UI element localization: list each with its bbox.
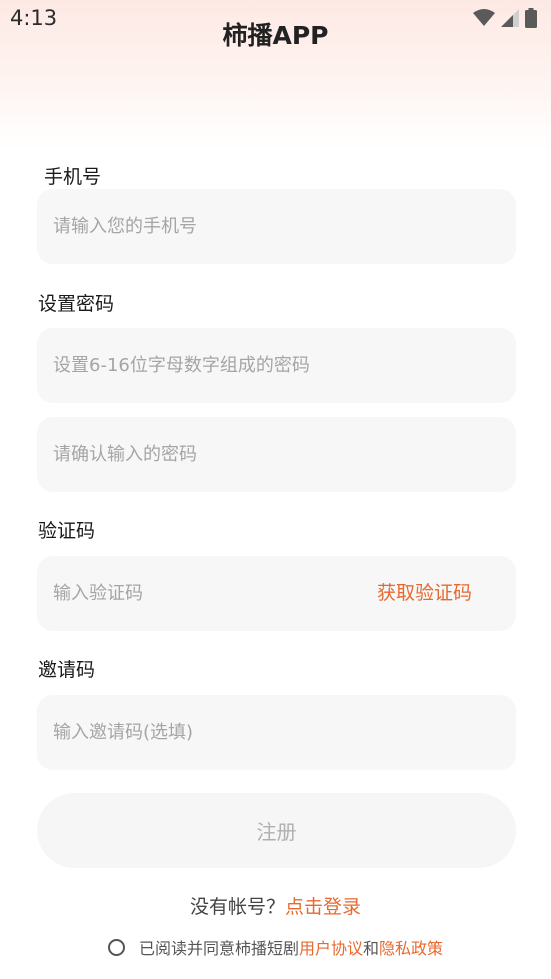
phone-label: 手机号 bbox=[44, 166, 102, 188]
user-agreement-link[interactable]: 用户协议 bbox=[299, 935, 363, 959]
confirm-password-field bbox=[37, 417, 516, 492]
login-link[interactable]: 点击登录 bbox=[285, 896, 361, 918]
confirm-password-input[interactable] bbox=[53, 417, 353, 492]
invite-label: 邀请码 bbox=[38, 659, 96, 681]
invite-input[interactable] bbox=[53, 695, 353, 770]
get-code-button[interactable]: 获取验证码 bbox=[377, 556, 472, 631]
code-input[interactable] bbox=[53, 556, 303, 631]
agree-radio[interactable] bbox=[107, 938, 125, 956]
phone-input[interactable] bbox=[53, 189, 353, 264]
agree-and: 和 bbox=[363, 939, 380, 958]
register-button[interactable]: 注册 bbox=[37, 793, 516, 868]
password-input[interactable] bbox=[53, 328, 493, 403]
app-title: 柿播APP bbox=[222, 21, 329, 50]
no-account-text: 没有帐号？ bbox=[189, 896, 285, 918]
password-label: 设置密码 bbox=[38, 293, 115, 315]
login-prompt: 没有帐号？点击登录 bbox=[0, 892, 551, 919]
agreement-line: 已阅读并同意柿播短剧 用户协议和隐私政策 bbox=[0, 935, 551, 959]
password-field bbox=[37, 328, 516, 403]
code-field: 获取验证码 bbox=[37, 556, 516, 631]
privacy-policy-link[interactable]: 隐私政策 bbox=[379, 935, 443, 959]
invite-field bbox=[37, 695, 516, 770]
agree-prefix: 已阅读并同意柿播短剧 bbox=[138, 939, 299, 958]
phone-field bbox=[37, 189, 516, 264]
code-label: 验证码 bbox=[38, 520, 96, 542]
